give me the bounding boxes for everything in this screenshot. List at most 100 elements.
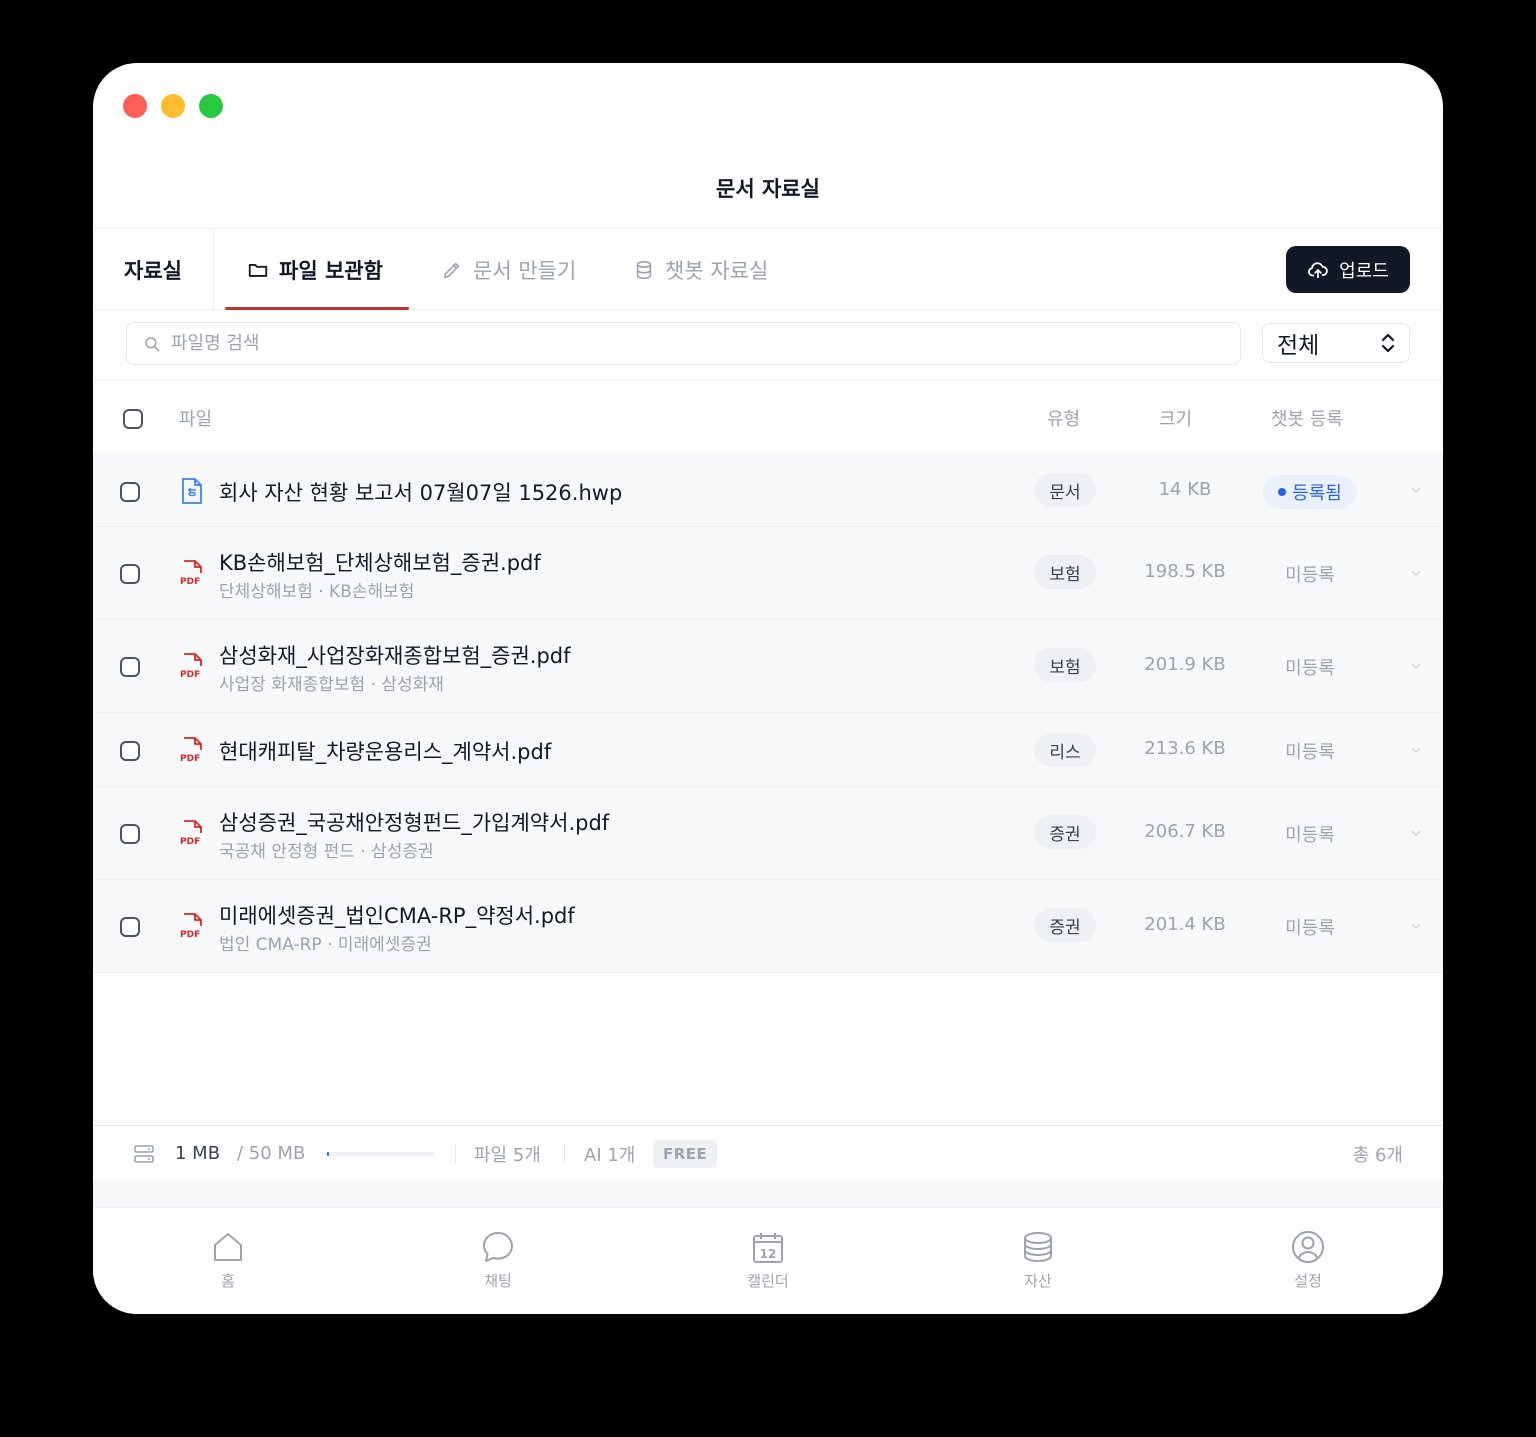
- cloud-upload-icon: [1308, 261, 1328, 278]
- nav-label: 설정: [1294, 1272, 1322, 1290]
- type-badge: 보험: [1034, 555, 1096, 589]
- chatbot-status[interactable]: 미등록: [1265, 914, 1355, 940]
- svg-text:PDF: PDF: [180, 837, 200, 846]
- chevron-down-icon[interactable]: [1410, 746, 1422, 754]
- nav-settings[interactable]: 설정: [1248, 1230, 1368, 1291]
- table-row[interactable]: PDF 현대캐피탈_차량운용리스_계약서.pdf 리스 213.6 KB 미등록: [93, 713, 1443, 787]
- chevron-down-icon[interactable]: [1410, 662, 1422, 670]
- table-row[interactable]: PDF 삼성증권_국공채안정형펀드_가입계약서.pdf 국공채 안정형 펀드 ·…: [93, 787, 1443, 880]
- nav-calendar[interactable]: 12 캘린더: [708, 1230, 828, 1291]
- calendar-icon-date: 12: [760, 1247, 777, 1261]
- select-all-checkbox[interactable]: [123, 409, 143, 429]
- filter-value: 전체: [1277, 333, 1320, 359]
- type-badge: 리스: [1034, 733, 1096, 767]
- chatbot-status[interactable]: 미등록: [1265, 738, 1355, 764]
- table-row[interactable]: PDF 미래에셋증권_법인CMA-RP_약정서.pdf 법인 CMA-RP · …: [93, 880, 1443, 973]
- chevron-down-icon[interactable]: [1410, 829, 1422, 837]
- tab-create-document[interactable]: 문서 만들기: [417, 229, 600, 310]
- row-checkbox[interactable]: [120, 824, 140, 844]
- chatbot-status[interactable]: 미등록: [1265, 821, 1355, 847]
- table-row[interactable]: PDF 삼성화재_사업장화재종합보험_증권.pdf 사업장 화재종합보험 · 삼…: [93, 620, 1443, 713]
- chatbot-status[interactable]: 미등록: [1265, 654, 1355, 680]
- row-checkbox[interactable]: [120, 657, 140, 677]
- chevron-down-icon[interactable]: [1410, 569, 1422, 577]
- nav-chat[interactable]: 채팅: [438, 1230, 558, 1291]
- nav-home[interactable]: 홈: [168, 1230, 288, 1291]
- storage-icon: [134, 1144, 154, 1163]
- user-circle-icon: [1292, 1231, 1324, 1263]
- storage-total: / 50 MB: [237, 1143, 306, 1164]
- minimize-window-button[interactable]: [161, 94, 185, 118]
- row-checkbox[interactable]: [120, 741, 140, 761]
- pdf-icon: PDF: [180, 653, 202, 679]
- search-box[interactable]: [126, 322, 1241, 365]
- chat-icon: [483, 1232, 513, 1262]
- file-name[interactable]: 현대캐피탈_차량운용리스_계약서.pdf: [219, 736, 551, 766]
- plan-badge: FREE: [653, 1139, 718, 1168]
- window-controls: [123, 94, 223, 118]
- tab-bar: 자료실 파일 보관함 문서 만들기 챗봇 자료실 업로드: [93, 228, 1443, 310]
- file-name[interactable]: 미래에셋증권_법인CMA-RP_약정서.pdf: [219, 900, 575, 930]
- status-label: 등록됨: [1292, 483, 1342, 504]
- chevron-down-icon[interactable]: [1410, 486, 1422, 494]
- nav-label: 자산: [1024, 1272, 1052, 1290]
- nav-label: 홈: [221, 1272, 235, 1290]
- header-file: 파일: [179, 409, 213, 430]
- folder-icon: [248, 263, 268, 277]
- storage-status-bar: 1 MB / 50 MB 파일 5개 AI 1개 FREE 총 6개: [93, 1125, 1443, 1181]
- nav-label: 캘린더: [747, 1272, 789, 1290]
- storage-progress-bar: [327, 1151, 435, 1156]
- tab-label: 문서 만들기: [473, 258, 577, 283]
- database-icon: [636, 260, 652, 279]
- window-title: 문서 자료실: [716, 177, 820, 201]
- app-window: 문서 자료실 자료실 파일 보관함 문서 만들기 챗봇 자료실 업로드 전체: [93, 63, 1443, 1314]
- tab-file-storage[interactable]: 파일 보관함: [221, 229, 413, 310]
- pdf-icon: PDF: [180, 820, 202, 846]
- chatbot-status[interactable]: 미등록: [1265, 561, 1355, 587]
- file-size: 201.9 KB: [1144, 654, 1226, 675]
- row-checkbox[interactable]: [120, 482, 140, 502]
- file-size: 14 KB: [1158, 479, 1212, 500]
- search-icon: [145, 336, 160, 351]
- row-checkbox[interactable]: [120, 564, 140, 584]
- ai-count: AI 1개: [584, 1144, 636, 1166]
- close-window-button[interactable]: [123, 94, 147, 118]
- file-name[interactable]: 삼성화재_사업장화재종합보험_증권.pdf: [219, 640, 571, 670]
- search-row: 전체: [93, 310, 1443, 380]
- header-type: 유형: [1047, 409, 1081, 430]
- header-size: 크기: [1159, 409, 1193, 430]
- pdf-icon: PDF: [180, 737, 202, 763]
- divider: [564, 1143, 565, 1164]
- home-icon: [214, 1233, 242, 1261]
- bottom-nav: 홈 채팅 12 캘린더 자산 설정: [93, 1207, 1443, 1314]
- svg-text:PDF: PDF: [180, 577, 200, 586]
- file-list: 회사 자산 현황 보고서 07월07일 1526.hwp 문서 14 KB 등록…: [93, 453, 1443, 973]
- chevron-down-icon[interactable]: [1410, 922, 1422, 930]
- tab-chatbot-library[interactable]: 챗봇 자료실: [609, 229, 792, 310]
- table-row[interactable]: PDF KB손해보험_단체상해보험_증권.pdf 단체상해보험 · KB손해보험…: [93, 527, 1443, 620]
- row-checkbox[interactable]: [120, 917, 140, 937]
- maximize-window-button[interactable]: [199, 94, 223, 118]
- section-label: 자료실: [93, 229, 214, 310]
- svg-text:PDF: PDF: [180, 754, 200, 763]
- file-name[interactable]: 회사 자산 현황 보고서 07월07일 1526.hwp: [219, 477, 622, 507]
- file-count: 파일 5개: [474, 1144, 541, 1166]
- file-name[interactable]: 삼성증권_국공채안정형펀드_가입계약서.pdf: [219, 807, 609, 837]
- table-row[interactable]: 회사 자산 현황 보고서 07월07일 1526.hwp 문서 14 KB 등록…: [93, 453, 1443, 527]
- upload-label: 업로드: [1339, 260, 1389, 282]
- status-dot: [1278, 488, 1287, 496]
- file-name[interactable]: KB손해보험_단체상해보험_증권.pdf: [219, 547, 541, 577]
- file-size: 198.5 KB: [1144, 561, 1226, 582]
- nav-assets[interactable]: 자산: [978, 1230, 1098, 1291]
- search-input[interactable]: [171, 333, 1071, 354]
- file-subtitle: 국공채 안정형 펀드 · 삼성증권: [219, 842, 434, 862]
- up-down-chevron-icon: [1381, 333, 1395, 353]
- type-filter-select[interactable]: 전체: [1262, 323, 1410, 363]
- chatbot-status-badge[interactable]: 등록됨: [1263, 475, 1357, 509]
- type-badge: 보험: [1034, 648, 1096, 682]
- table-header: 파일 유형 크기 챗봇 등록: [93, 381, 1443, 453]
- upload-button[interactable]: 업로드: [1286, 246, 1410, 293]
- pdf-icon: PDF: [180, 913, 202, 939]
- svg-text:PDF: PDF: [180, 930, 200, 939]
- file-subtitle: 단체상해보험 · KB손해보험: [219, 582, 415, 602]
